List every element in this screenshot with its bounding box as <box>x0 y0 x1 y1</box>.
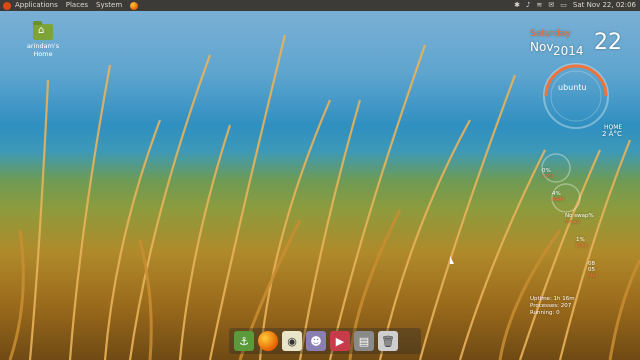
conky-month: Nov <box>530 40 554 54</box>
swap-label: Swap <box>565 219 580 225</box>
mail-icon[interactable]: ✉ <box>548 0 554 11</box>
panel-indicators: ✱ ♪ ≋ ✉ ▭ Sat Nov 22, 02:06 <box>514 0 636 11</box>
media-icon[interactable]: ▶ <box>330 331 350 351</box>
home-folder-label: arindam's Home <box>26 42 60 58</box>
conky-date: 22 <box>594 30 622 55</box>
panel-clock[interactable]: Sat Nov 22, 02:06 <box>573 0 636 11</box>
net-label: Net <box>588 273 598 279</box>
menu-applications[interactable]: Applications <box>15 0 58 11</box>
terminal-icon[interactable]: ◉ <box>282 331 302 351</box>
conky-day: Saturday <box>530 29 571 39</box>
volume-icon[interactable]: ♪ <box>526 0 530 11</box>
trash-icon[interactable]: 🗑 <box>378 331 398 351</box>
gimp-icon[interactable]: ☻ <box>306 331 326 351</box>
battery-icon[interactable]: ▭ <box>560 0 567 11</box>
dock: ⚓ ◉ ☻ ▶ ▤ 🗑 <box>229 328 421 354</box>
ram-label: RAM <box>552 197 565 203</box>
firefox-icon[interactable] <box>130 1 139 10</box>
mouse-cursor <box>450 256 454 264</box>
home-folder-desktop-icon[interactable]: arindam's Home <box>18 21 68 58</box>
bluetooth-icon[interactable]: ✱ <box>514 0 520 11</box>
top-panel: Applications Places System ✱ ♪ ≋ ✉ ▭ Sat… <box>0 0 640 11</box>
menu-system[interactable]: System <box>96 0 122 11</box>
processes: Processes: 207 <box>530 303 572 309</box>
ubuntu-ring <box>543 63 609 129</box>
home-folder-icon <box>33 21 53 40</box>
menu-places[interactable]: Places <box>66 0 88 11</box>
firefox-icon[interactable] <box>258 331 278 351</box>
conky-temperature: 2 Â°C <box>602 130 622 138</box>
uptime: Uptime: 1h 16m <box>530 296 575 302</box>
ubuntu-logo-icon[interactable] <box>3 1 11 10</box>
conky-year: 2014 <box>553 44 584 58</box>
ubuntu-label: ubuntu <box>558 83 587 92</box>
running: Running: 0 <box>530 310 560 316</box>
network-icon[interactable]: ≋ <box>537 0 543 11</box>
files-icon[interactable]: ▤ <box>354 331 374 351</box>
anchor-icon[interactable]: ⚓ <box>234 331 254 351</box>
disk-label: Disk <box>576 243 588 249</box>
